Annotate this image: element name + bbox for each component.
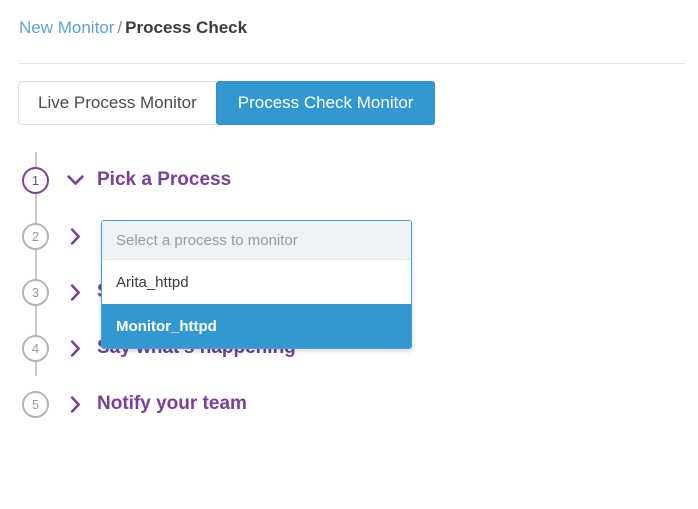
step-4-number-badge[interactable]: 4 xyxy=(22,334,49,362)
step-1-number: 1 xyxy=(31,172,40,188)
step-5-label[interactable]: Notify your team xyxy=(97,393,247,415)
process-option-arita-httpd[interactable]: Arita_httpd xyxy=(102,260,411,304)
tab-process-check-monitor[interactable]: Process Check Monitor xyxy=(215,81,436,125)
step-3-number-badge[interactable]: 3 xyxy=(22,278,49,306)
process-select-placeholder[interactable]: Select a process to monitor xyxy=(102,221,411,260)
tab-process-check-monitor-label: Process Check Monitor xyxy=(237,93,414,112)
chevron-right-icon[interactable] xyxy=(64,395,86,413)
chevron-down-icon[interactable] xyxy=(64,174,86,186)
breadcrumb: New Monitor / Process Check xyxy=(19,17,247,39)
step-1-number-badge[interactable]: 1 xyxy=(22,166,49,194)
chevron-right-icon[interactable] xyxy=(64,339,86,357)
monitor-type-tabs: Live Process Monitor Process Check Monit… xyxy=(18,81,436,125)
tab-live-process-monitor-label: Live Process Monitor xyxy=(38,93,197,112)
step-2-number: 2 xyxy=(31,228,40,244)
step-3-number: 3 xyxy=(31,284,40,300)
process-option-monitor-httpd[interactable]: Monitor_httpd xyxy=(102,304,411,348)
breadcrumb-link-new-monitor[interactable]: New Monitor xyxy=(19,18,114,37)
step-1-pick-a-process: 1 Pick a Process xyxy=(0,152,698,208)
breadcrumb-current-process-check: Process Check xyxy=(125,18,248,37)
tab-live-process-monitor[interactable]: Live Process Monitor xyxy=(18,81,216,125)
step-4-number: 4 xyxy=(31,340,40,356)
step-1-label[interactable]: Pick a Process xyxy=(97,169,231,191)
step-5-number-badge[interactable]: 5 xyxy=(22,390,49,418)
chevron-right-icon[interactable] xyxy=(64,283,86,301)
step-2-number-badge[interactable]: 2 xyxy=(22,222,49,250)
step-5-notify-your-team: 5 Notify your team xyxy=(0,376,698,432)
breadcrumb-separator: / xyxy=(117,18,123,37)
step-5-number: 5 xyxy=(31,396,40,412)
process-select-dropdown[interactable]: Select a process to monitor Arita_httpd … xyxy=(101,220,412,349)
chevron-right-icon[interactable] xyxy=(64,227,86,245)
header-divider xyxy=(18,63,686,64)
